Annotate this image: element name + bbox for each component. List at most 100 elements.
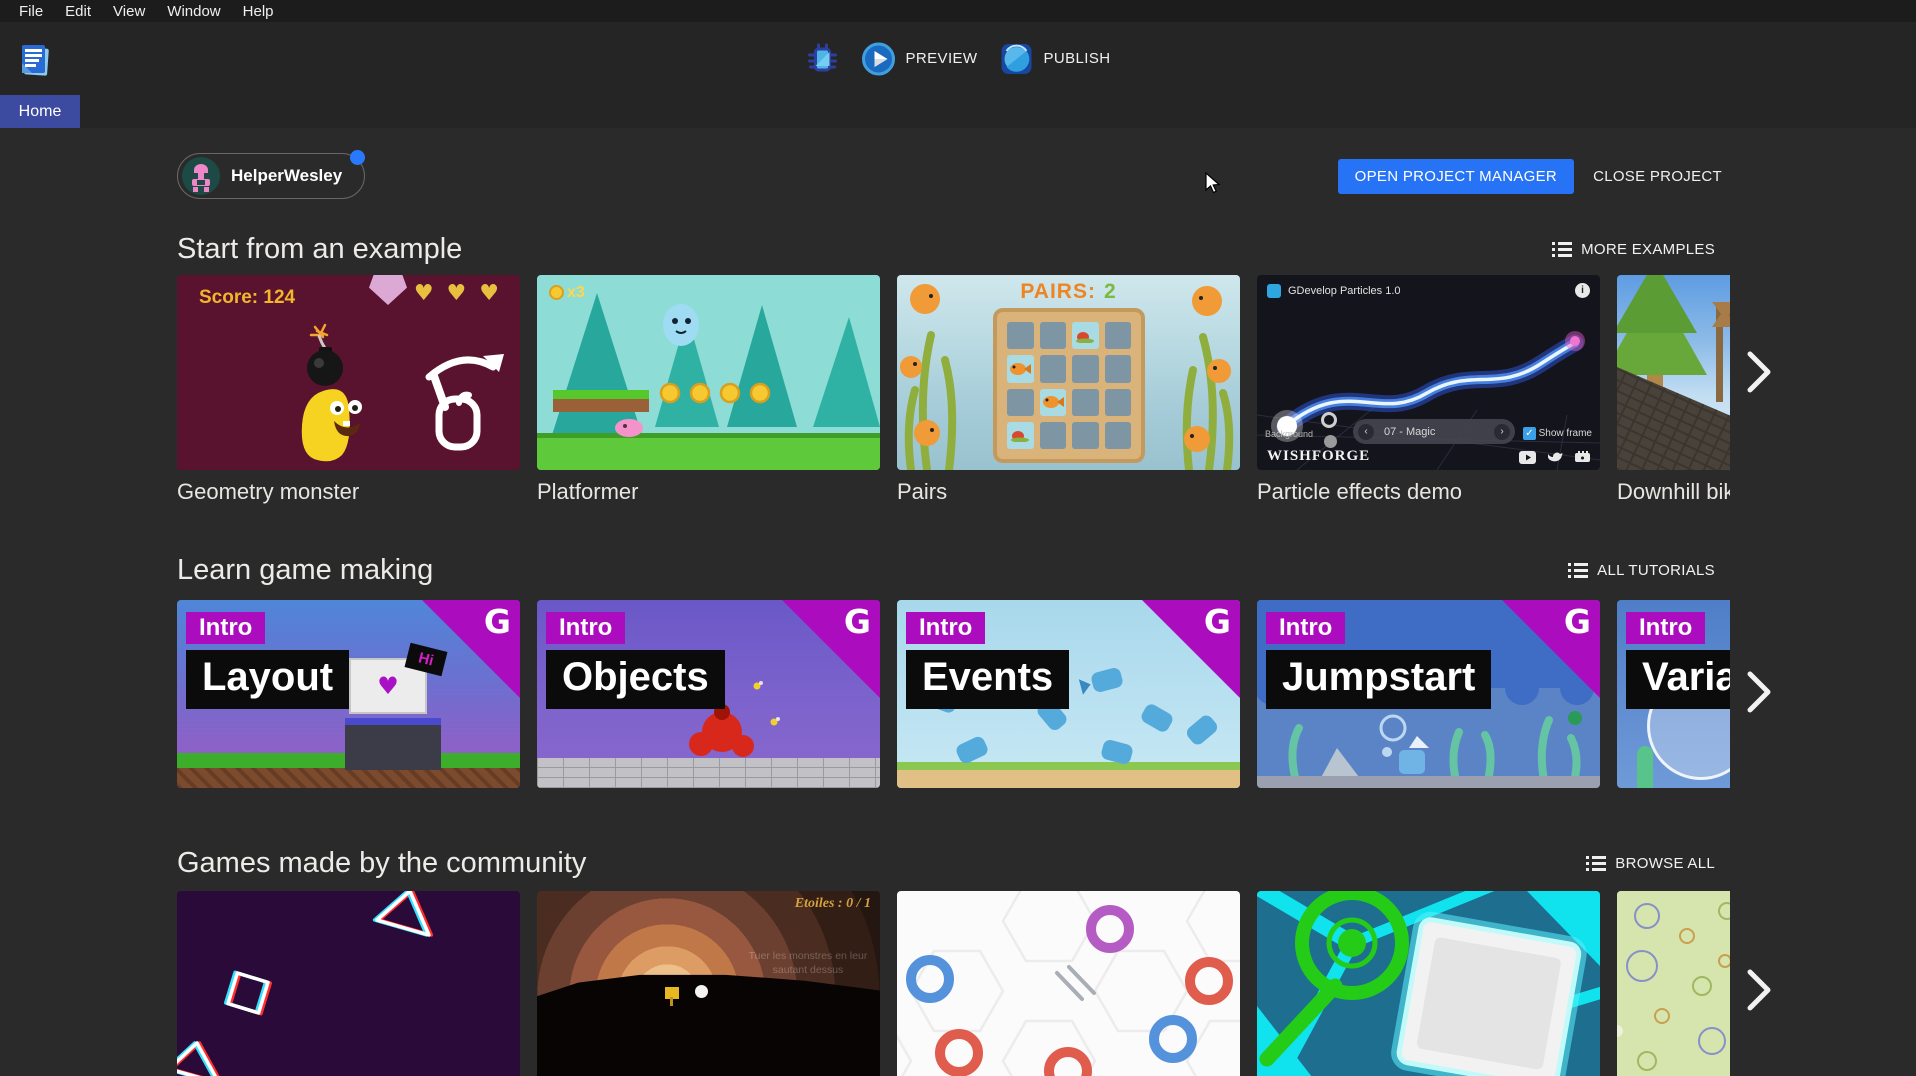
community-scroller: Etoiles : 0 / 1 Tuer les monstres en leu… (0, 891, 1730, 1076)
community-card-molecules[interactable] (1617, 891, 1730, 1076)
community-card-neon-shapes[interactable] (177, 891, 520, 1076)
list-icon (1586, 856, 1606, 871)
community-card-square-rings[interactable] (1257, 891, 1600, 1076)
examples-next-chevron-icon[interactable] (1744, 348, 1774, 396)
pairs-label: PAIRS: (1020, 280, 1096, 303)
example-card-pairs[interactable]: PAIRS: 2 (897, 275, 1240, 505)
example-card-geometry-monster[interactable]: Score: 124 ♥ ♥ ♥ (177, 275, 520, 505)
pairs-board (993, 308, 1145, 463)
show-frame-checkbox: ✓ (1523, 427, 1536, 440)
community-card-sunset-platformer[interactable]: Etoiles : 0 / 1 Tuer les monstres en leu… (537, 891, 880, 1076)
user-chip[interactable]: HelperWesley (177, 153, 365, 199)
gdevelop-g-logo: G (1204, 602, 1231, 641)
community-title: Games made by the community (177, 847, 586, 880)
more-examples-button[interactable]: MORE EXAMPLES (1552, 241, 1715, 258)
demo-title: GDevelop Particles 1.0 (1288, 285, 1401, 297)
itch-icon (1575, 451, 1590, 464)
tutorial-word: Variables (1626, 650, 1730, 709)
objects-tutorial-thumbnail: G Intro Objects (537, 600, 880, 788)
intro-badge: Intro (186, 612, 265, 644)
browse-all-button[interactable]: BROWSE ALL (1586, 855, 1715, 872)
tutorial-card-variables[interactable]: G Intro Variables +1 (1617, 600, 1730, 788)
twitter-icon (1548, 451, 1563, 464)
gdevelop-g-logo: G (484, 602, 511, 641)
particles-thumbnail: GDevelop Particles 1.0 i Background ‹ 07… (1257, 275, 1600, 470)
toolbar: PREVIEW PUBLISH (0, 22, 1916, 95)
stars-counter: Etoiles : 0 / 1 (795, 896, 871, 912)
menu-view[interactable]: View (102, 3, 156, 20)
tutorial-card-jumpstart[interactable]: G Intro Jumpstart (1257, 600, 1600, 788)
menu-window[interactable]: Window (156, 3, 231, 20)
example-caption: Geometry monster (177, 479, 520, 505)
layout-tutorial-thumbnail: G Intro Layout ♥ Hi (177, 600, 520, 788)
section-community: Games made by the community BROWSE ALL (0, 846, 1916, 1076)
preview-label: PREVIEW (906, 50, 978, 67)
intro-badge: Intro (906, 612, 985, 644)
examples-scroller: Score: 124 ♥ ♥ ♥ (0, 275, 1730, 505)
sunset-thumbnail: Etoiles : 0 / 1 Tuer les monstres en leu… (537, 891, 880, 1076)
tutorial-word: Events (906, 650, 1069, 709)
open-project-manager-button[interactable]: OPEN PROJECT MANAGER (1338, 159, 1574, 194)
list-icon (1552, 242, 1572, 257)
example-card-platformer[interactable]: x3 Platformer (537, 275, 880, 505)
pairs-count: 2 (1104, 280, 1117, 303)
downhill-art: G (1617, 275, 1730, 470)
tutorials-next-chevron-icon[interactable] (1744, 668, 1774, 716)
neon-shapes-thumbnail (177, 891, 520, 1076)
info-icon: i (1575, 283, 1590, 298)
tutorials-title: Learn game making (177, 554, 433, 587)
sign-post (670, 997, 673, 1006)
pairs-score: PAIRS: 2 (897, 280, 1240, 304)
wishforge-logo: WISHFORGE (1267, 448, 1370, 465)
seaweed (1637, 746, 1653, 788)
menu-bar: File Edit View Window Help (0, 0, 1916, 22)
preview-button[interactable]: PREVIEW (862, 42, 978, 76)
all-tutorials-label: ALL TUTORIALS (1597, 562, 1715, 579)
publish-button[interactable]: PUBLISH (999, 42, 1110, 76)
example-card-downhill-bike[interactable]: G Downhill b (1617, 275, 1730, 505)
example-caption: Pairs (897, 479, 1240, 505)
downhill-thumbnail: G (1617, 275, 1730, 470)
intro-badge: Intro (546, 612, 625, 644)
example-card-particle-effects[interactable]: GDevelop Particles 1.0 i Background ‹ 07… (1257, 275, 1600, 505)
preview-play-icon (862, 42, 896, 76)
gdevelop-g-logo: G (1564, 602, 1591, 641)
tutorial-card-objects[interactable]: G Intro Objects (537, 600, 880, 788)
tutorial-word: Jumpstart (1266, 650, 1491, 709)
tutorial-card-events[interactable]: G Intro Events (897, 600, 1240, 788)
platformer-thumbnail: x3 (537, 275, 880, 470)
tutorial-word: Objects (546, 650, 725, 709)
background-swatch-1 (1321, 412, 1337, 428)
geometry-monster-thumbnail: Score: 124 ♥ ♥ ♥ (177, 275, 520, 470)
gdevelop-g-logo: G (844, 602, 871, 641)
tutorial-card-layout[interactable]: G Intro Layout ♥ Hi (177, 600, 520, 788)
background-swatch-2 (1324, 435, 1337, 448)
menu-file[interactable]: File (8, 3, 54, 20)
community-next-chevron-icon[interactable] (1744, 966, 1774, 1014)
notification-dot-icon (350, 150, 365, 165)
debug-icon[interactable] (806, 42, 840, 76)
gdevelop-window: File Edit View Window Help (0, 0, 1916, 1076)
avatar (182, 157, 220, 195)
preset-name: 07 - Magic (1374, 426, 1494, 438)
geometry-monster-art (177, 275, 520, 470)
community-card-hexagon-rings[interactable] (897, 891, 1240, 1076)
menu-help[interactable]: Help (232, 3, 285, 20)
variables-tutorial-thumbnail: G Intro Variables +1 (1617, 600, 1730, 788)
platformer-art (537, 275, 880, 470)
prev-arrow-icon: ‹ (1358, 424, 1374, 440)
tutorial-word: Layout (186, 650, 349, 709)
gdevelop-mini-icon (1267, 284, 1281, 298)
dirt-strip (177, 768, 520, 788)
all-tutorials-button[interactable]: ALL TUTORIALS (1568, 562, 1715, 579)
molecules-thumbnail (1617, 891, 1730, 1076)
close-project-button[interactable]: CLOSE PROJECT (1593, 168, 1722, 185)
toolbar-center: PREVIEW PUBLISH (806, 22, 1111, 95)
browse-all-label: BROWSE ALL (1615, 855, 1715, 872)
hexagon-thumbnail (897, 891, 1240, 1076)
tab-home[interactable]: Home (0, 95, 80, 128)
menu-edit[interactable]: Edit (54, 3, 102, 20)
square-rings-art (1257, 891, 1600, 1076)
hexagon-art (897, 891, 1240, 1076)
publish-globe-icon (999, 42, 1033, 76)
